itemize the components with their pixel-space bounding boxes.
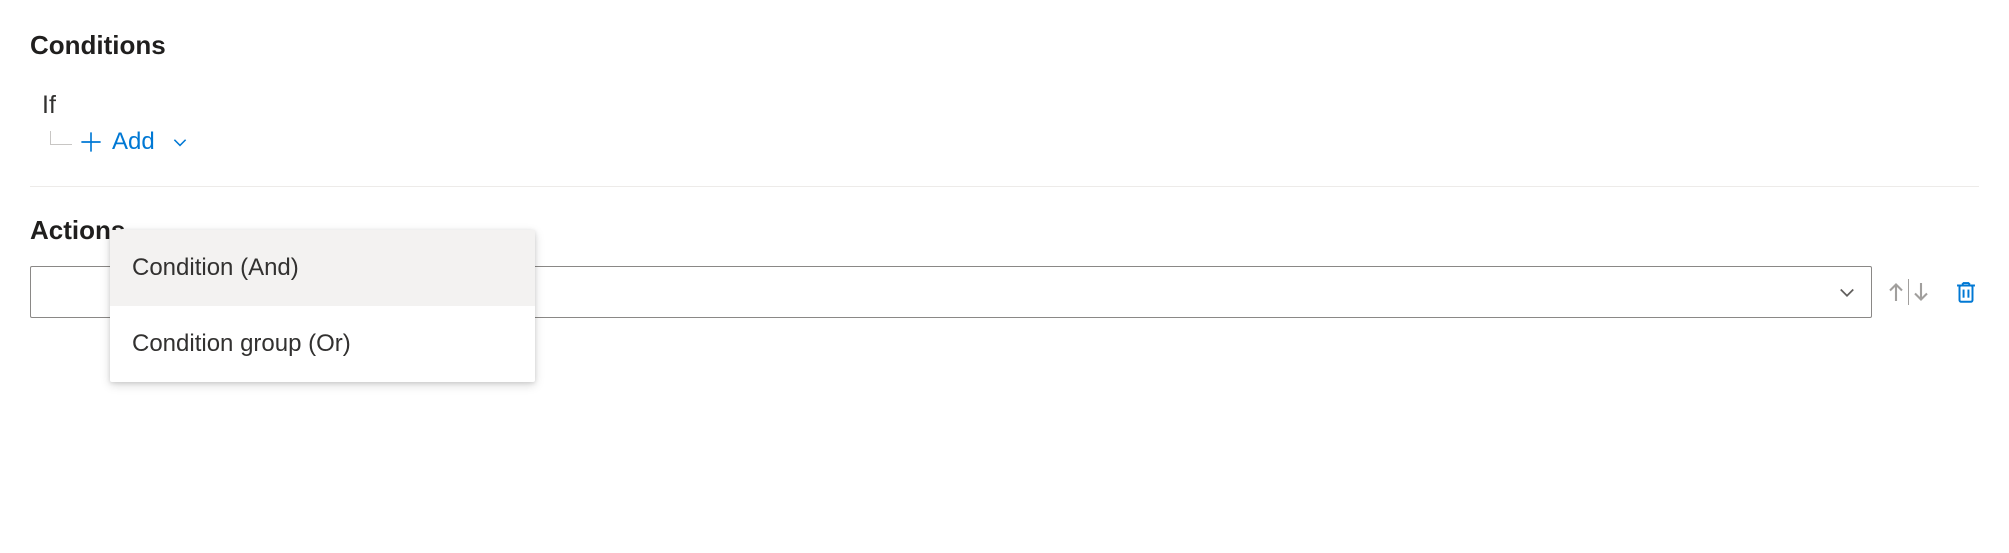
section-divider [30,186,1979,187]
rule-editor: Conditions If Add Condition (And) Condit… [30,30,1979,318]
menu-item-condition-and[interactable]: Condition (And) [110,230,535,306]
move-down-icon[interactable] [1909,280,1933,304]
if-label: If [42,91,1979,120]
add-condition-menu: Condition (And) Condition group (Or) [110,230,535,382]
add-condition-button[interactable]: Add [80,128,189,156]
conditions-heading: Conditions [30,30,1979,61]
tree-connector [50,131,72,145]
add-condition-row: Add [50,128,1979,156]
add-label: Add [112,128,155,156]
delete-icon[interactable] [1953,279,1979,305]
chevron-down-icon [1837,282,1857,302]
move-up-icon[interactable] [1884,280,1908,304]
plus-icon [80,131,102,153]
menu-item-condition-group-or[interactable]: Condition group (Or) [110,306,535,382]
chevron-down-icon [171,133,189,151]
move-buttons [1884,279,1933,305]
